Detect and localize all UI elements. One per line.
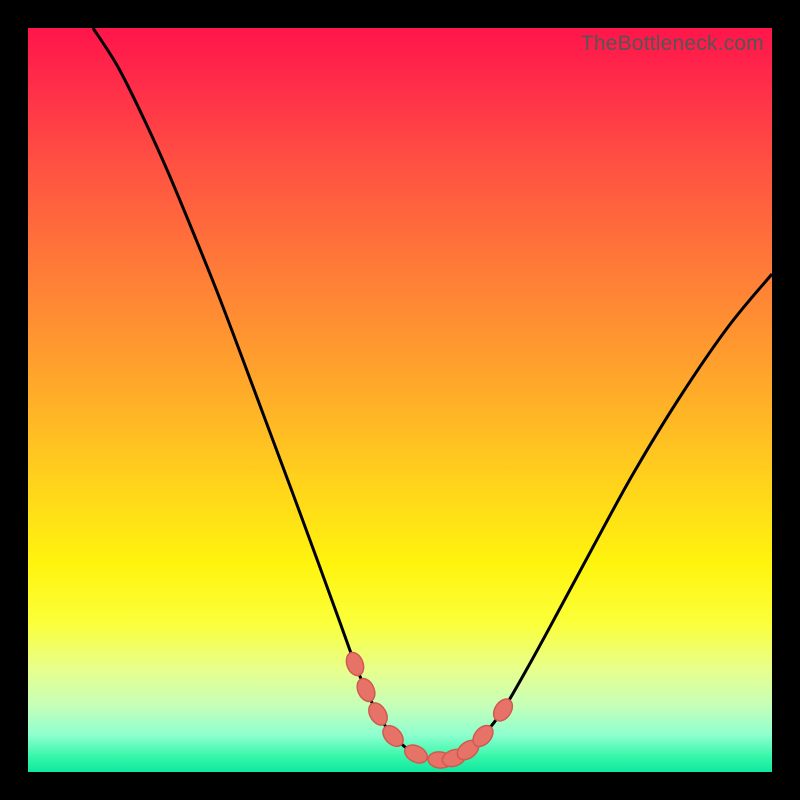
curve-marker xyxy=(343,650,367,678)
bottleneck-curve xyxy=(28,28,772,772)
curve-marker xyxy=(365,700,391,729)
curve-markers xyxy=(343,650,516,770)
curve-marker xyxy=(402,741,431,766)
plot-area: TheBottleneck.com xyxy=(28,28,772,772)
curve-marker xyxy=(490,696,517,725)
curve-marker xyxy=(354,676,379,704)
chart-frame: TheBottleneck.com xyxy=(0,0,800,800)
curve-line xyxy=(93,28,772,760)
